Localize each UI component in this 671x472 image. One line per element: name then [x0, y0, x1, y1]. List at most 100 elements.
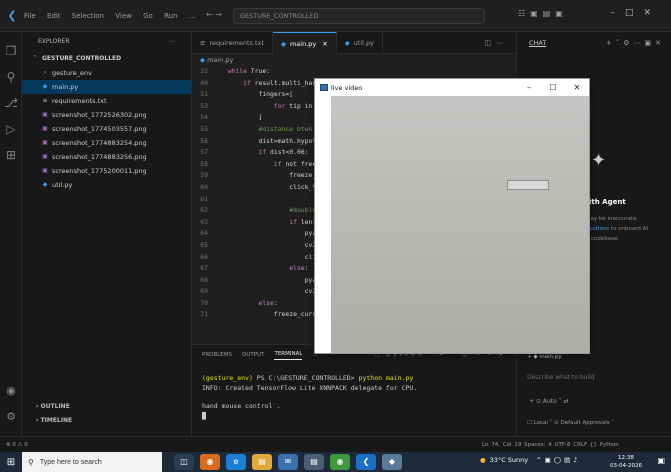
explorer-item[interactable]: ◆ main.py [22, 80, 191, 94]
menu-more[interactable]: … [189, 12, 196, 20]
clock[interactable]: 12:38 03-04-2026 [610, 454, 642, 470]
video-window-controls: – ☐ ✕ [517, 83, 589, 92]
search-icon[interactable]: ⚲ [0, 70, 22, 84]
keyword: else [258, 298, 274, 307]
live-video-window[interactable]: live video – ☐ ✕ [314, 78, 590, 354]
close-button[interactable]: ✕ [565, 83, 589, 92]
breadcrumb[interactable]: ◆ main.py [192, 54, 516, 66]
instructions-link[interactable]: ructions [587, 226, 609, 232]
code-text: else: [258, 298, 278, 307]
edge-browser-icon[interactable]: e [226, 454, 246, 470]
chat-mode-selector[interactable]: ☐ Local ˅ ⊙ Default Approvals ˅ [527, 420, 614, 426]
account-icon[interactable]: ◉ [0, 384, 22, 397]
chat-header: CHAT +˅⚙⋯▣✕ [517, 32, 671, 54]
line-number: 40 [200, 78, 208, 87]
explorer-item-label: gesture_env [52, 69, 92, 77]
workspace-folder[interactable]: ˅ GESTURE_CONTROLLED [22, 52, 191, 66]
chrome-icon[interactable]: ◉ [330, 454, 350, 470]
timeline-label: TIMELINE [40, 417, 73, 424]
task-view-icon[interactable]: ◫ [174, 454, 194, 470]
line-number: 53 [200, 101, 208, 110]
menu-file[interactable]: File [24, 12, 36, 20]
code-text: ] [220, 113, 263, 122]
explorer-item-label: util.py [52, 181, 73, 189]
nav-arrows[interactable]: ← → [206, 10, 222, 19]
window-app-icon [320, 84, 328, 91]
explorer-item[interactable]: ▣ screenshot_1772526302.png [22, 108, 191, 122]
wall-sticker [507, 180, 549, 190]
outline-section[interactable]: › OUTLINE [22, 403, 70, 410]
chevron-down-icon: ˅ [33, 55, 37, 62]
settings-gear-icon[interactable]: ⚙ [0, 410, 22, 423]
window-controls[interactable]: –□✕ [610, 8, 661, 18]
maximize-button[interactable]: ☐ [541, 83, 565, 92]
explorer-item[interactable]: › gesture_env [22, 66, 191, 80]
explorer-item[interactable]: ▣ screenshot_1774883254.png [22, 136, 191, 150]
clock-time: 12:38 [618, 455, 634, 461]
vscode-taskbar-icon[interactable]: ❮ [356, 454, 376, 470]
python-taskbar-icon[interactable]: ◆ [382, 454, 402, 470]
chat-msg-line: r codebase. [587, 236, 620, 242]
code-text: pya [220, 229, 317, 238]
app-icon[interactable]: ▤ [304, 454, 324, 470]
terminal-output[interactable]: (gesture_env) PS C:\GESTURE_CONTROLLED> … [192, 365, 516, 429]
timeline-section[interactable]: › TIMELINE [22, 417, 72, 424]
explorer-item-label: screenshot_1774503557.png [52, 125, 147, 133]
windows-start-icon[interactable]: ⊞ [0, 457, 22, 468]
tab-main-py[interactable]: ◆ main.py ✕ [272, 32, 337, 54]
explorer-item[interactable]: ◆ util.py [22, 178, 191, 192]
explorer-item[interactable]: ▣ screenshot_1775200011.png [22, 164, 191, 178]
explorer-item[interactable]: ▣ screenshot_1774503557.png [22, 122, 191, 136]
chat-context-chip[interactable]: + ◆ main.py [527, 354, 562, 360]
menu-edit[interactable]: Edit [47, 12, 61, 20]
chat-input[interactable]: Describe what to build [527, 374, 595, 381]
menu-bar: File Edit Selection View Go Run … [24, 12, 205, 20]
more-actions-icon[interactable]: ⋯ [169, 38, 175, 46]
line-number: 56 [200, 136, 208, 145]
notification-icon[interactable]: ▣ [657, 456, 665, 465]
code-text: cv2 [220, 287, 317, 296]
tab-output[interactable]: OUTPUT [242, 352, 264, 358]
menu-run[interactable]: Run [164, 12, 177, 20]
extensions-icon[interactable]: ⊞ [0, 148, 22, 162]
line-number: 58 [200, 159, 208, 168]
code-text: if dist<0.06: [258, 148, 309, 157]
source-control-icon[interactable]: ⎇ [0, 96, 22, 110]
taskbar-search[interactable]: ⚲ Type here to search [22, 452, 162, 472]
tray-icons[interactable]: ^▣◯▤♪ [536, 456, 580, 464]
code-text: cv2 [220, 240, 317, 249]
menu-go[interactable]: Go [143, 12, 153, 20]
chat-actions[interactable]: +˅⚙⋯▣✕ [606, 39, 665, 47]
tab-requirements[interactable]: ≡ requirements.txt [192, 32, 273, 54]
status-info[interactable]: Ln 74, Col 19 Spaces: 4 UTF-8 CRLF {} Py… [482, 442, 619, 448]
line-number: 54 [200, 113, 208, 122]
problems-count[interactable]: ⊗ 0 ⚠ 0 [0, 442, 28, 448]
explorer-item[interactable]: ≡ requirements.txt [22, 94, 191, 108]
minimize-button[interactable]: – [517, 83, 541, 92]
editor-actions[interactable]: ◫⋯ [484, 32, 516, 53]
mail-icon[interactable]: ✉ [278, 454, 298, 470]
breadcrumb-file[interactable]: main.py [207, 56, 233, 64]
chat-tools[interactable]: + ⊙ Auto ˅ ⇄ [529, 398, 569, 405]
explorer-icon[interactable]: ❐ [0, 44, 22, 58]
tab-terminal[interactable]: TERMINAL [274, 351, 303, 360]
menu-selection[interactable]: Selection [72, 12, 104, 20]
menu-view[interactable]: View [115, 12, 132, 20]
explorer-item[interactable]: ▣ screenshot_1774883256.png [22, 150, 191, 164]
run-debug-icon[interactable]: ▷ [0, 122, 22, 136]
keyword: else [289, 264, 305, 273]
live-video-titlebar[interactable]: live video – ☐ ✕ [315, 79, 589, 96]
layout-controls[interactable]: ☷▣▤▣ [518, 9, 568, 18]
code-text: for tip in [273, 101, 313, 110]
tab-problems[interactable]: PROBLEMS [202, 352, 232, 358]
close-tab-icon[interactable]: ✕ [322, 40, 327, 48]
weather-text[interactable]: 33°C Sunny [490, 456, 528, 464]
file-explorer-icon[interactable]: ▤ [252, 454, 272, 470]
command-search-box[interactable]: GESTURE_CONTROLLED [233, 8, 485, 24]
image-file-icon: ▣ [42, 111, 48, 118]
tab-util-py[interactable]: ◆ util.py [337, 32, 384, 54]
explorer-item-label: screenshot_1774883254.png [52, 139, 147, 147]
app-icon[interactable]: ◉ [200, 454, 220, 470]
line-number: 60 [200, 182, 208, 191]
line-number: 62 [200, 206, 208, 215]
